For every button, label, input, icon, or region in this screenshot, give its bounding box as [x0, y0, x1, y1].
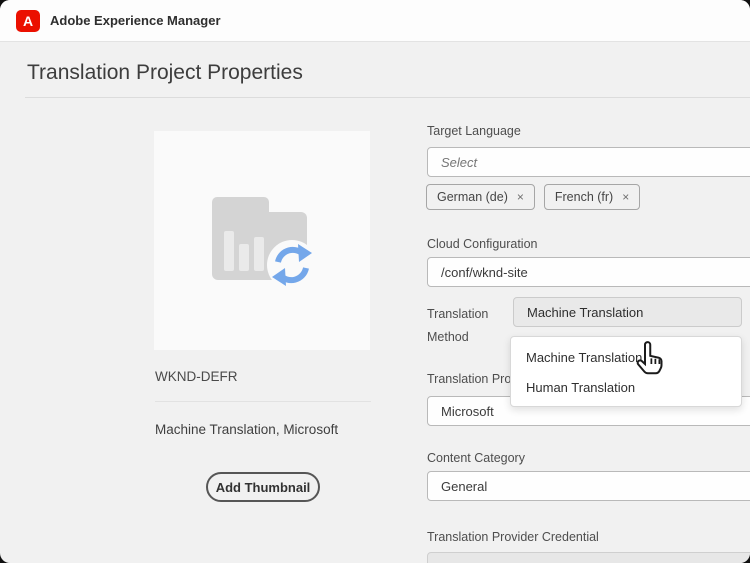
translation-provider-credential-label: Translation Provider Credential — [427, 530, 599, 544]
app-title: Adobe Experience Manager — [50, 13, 221, 28]
translation-provider-value: Microsoft — [441, 404, 494, 419]
top-bar: A Adobe Experience Manager — [0, 0, 750, 42]
target-language-tags: German (de) × French (fr) × — [426, 184, 640, 210]
sync-icon — [266, 239, 318, 291]
adobe-logo-icon: A — [16, 10, 40, 32]
translation-method-label: Translation Method — [427, 303, 511, 349]
translation-method-select[interactable]: Machine Translation — [513, 297, 742, 327]
translation-method-dropdown: Machine Translation Human Translation — [510, 336, 742, 407]
remove-tag-icon[interactable]: × — [622, 191, 629, 203]
target-language-placeholder: Select — [441, 155, 477, 170]
target-language-label: Target Language — [427, 124, 521, 138]
hand-cursor-icon — [634, 339, 670, 379]
app-window: A Adobe Experience Manager Translation P… — [0, 0, 750, 563]
language-tag-german[interactable]: German (de) × — [426, 184, 535, 210]
panel-divider — [155, 401, 371, 402]
page-title: Translation Project Properties — [27, 61, 303, 85]
project-thumbnail-card — [154, 131, 370, 350]
target-language-select[interactable]: Select — [427, 147, 750, 177]
add-thumbnail-button[interactable]: Add Thumbnail — [206, 472, 320, 502]
dropdown-option-machine-translation[interactable]: Machine Translation — [511, 342, 741, 372]
content-category-value: General — [441, 479, 487, 494]
cloud-configuration-value: /conf/wknd-site — [441, 265, 528, 280]
project-summary: Machine Translation, Microsoft — [155, 422, 338, 437]
cloud-configuration-input[interactable]: /conf/wknd-site — [427, 257, 750, 287]
title-divider — [25, 97, 750, 98]
content-category-input[interactable]: General — [427, 471, 750, 501]
language-tag-french[interactable]: French (fr) × — [544, 184, 640, 210]
translation-method-value: Machine Translation — [527, 305, 643, 320]
dropdown-option-human-translation[interactable]: Human Translation — [511, 372, 741, 402]
content-category-label: Content Category — [427, 451, 525, 465]
cloud-configuration-label: Cloud Configuration — [427, 237, 538, 251]
translation-provider-credential-select[interactable] — [427, 552, 750, 563]
tag-label: German (de) — [437, 190, 508, 204]
remove-tag-icon[interactable]: × — [517, 191, 524, 203]
project-name: WKND-DEFR — [155, 369, 238, 384]
tag-label: French (fr) — [555, 190, 613, 204]
